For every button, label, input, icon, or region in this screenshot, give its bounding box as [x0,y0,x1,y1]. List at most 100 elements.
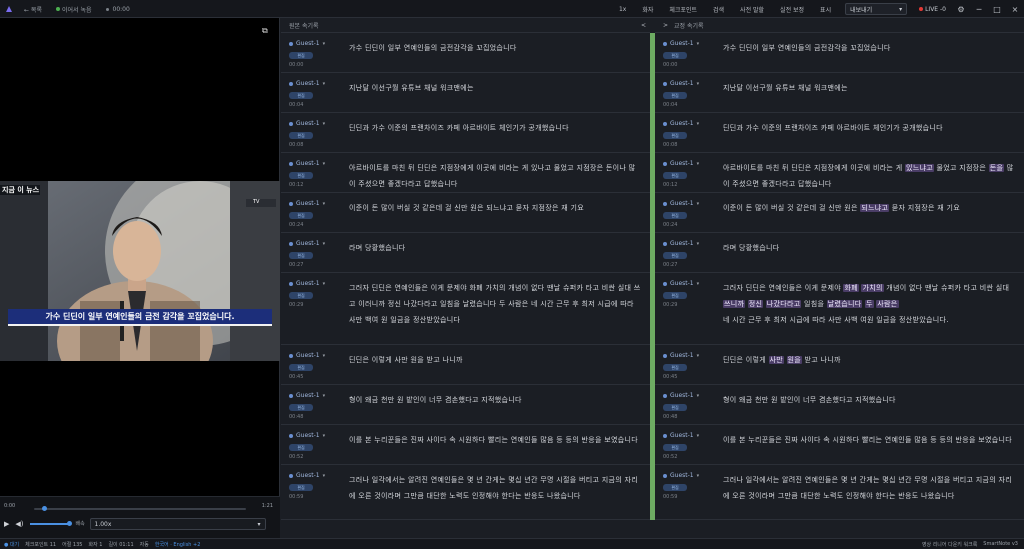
edit-badge[interactable]: 편집 [289,292,313,299]
menu-dictionary[interactable]: 사전 말할 [732,5,772,14]
speaker-selector[interactable]: Guest-1 ▾ [663,120,699,127]
edit-badge[interactable]: 편집 [663,132,687,139]
speaker-selector[interactable]: Guest-1 ▾ [289,160,325,167]
edit-badge[interactable]: 편집 [289,404,313,411]
edit-badge[interactable]: 편집 [289,172,313,179]
highlighted-correction[interactable]: 원을 [786,356,802,364]
row-text[interactable]: 지난달 이선구월 유튜브 채널 워크맨에는 [349,80,641,96]
transcript-row[interactable]: Guest-1 ▾ 편집 00:24 이준이 돈 많이 버실 것 같은데 걸 신만 원은… [281,193,650,233]
highlighted-correction[interactable]: 정신 [747,300,764,308]
row-text[interactable]: 그러자 딘딘은 연예인들은 이게 문제야 화폐 가치의 개념이 없다 땐날 슈퍼… [349,280,641,328]
edit-badge[interactable]: 편집 [289,364,313,371]
row-text[interactable]: 형이 왜금 천만 원 밭인이 너무 겸손했다고 지적했습니다 [349,392,641,408]
transcript-row[interactable]: Guest-1 ▾ 편집 00:12 아르바이트를 마친 뒤 딘딘은 지점장에게 이곳에… [281,153,650,193]
highlighted-correction[interactable]: 두 [865,300,874,308]
transcript-row[interactable]: Guest-1 ▾ 편집 00:00 가수 딘딘이 일부 연예인들의 금전감각을 꼬집었… [655,33,1024,73]
speaker-selector[interactable]: Guest-1 ▾ [289,240,325,247]
speaker-selector[interactable]: Guest-1 ▾ [289,280,325,287]
transcript-row[interactable]: Guest-1 ▾ 편집 00:48 형이 왜금 천만 원 밭인이 너무 겸손했다고 지… [281,385,650,425]
highlighted-correction[interactable]: 사람은 [876,300,899,308]
play-icon[interactable]: ▶ [4,520,9,528]
live-indicator[interactable]: LIVE -0 [919,6,946,13]
transcript-row[interactable]: Guest-1 ▾ 편집 00:59 그러나 일각에서는 알려진 연예인들은 몇 년 간… [281,465,650,520]
highlighted-correction[interactable]: 돈을 [988,164,1005,172]
volume-slider[interactable] [29,521,72,526]
highlighted-correction[interactable]: 사만 [768,356,784,364]
edit-badge[interactable]: 편집 [289,484,313,491]
speed-select[interactable]: 1.00x ▾ [89,518,266,530]
speaker-selector[interactable]: Guest-1 ▾ [663,280,699,287]
speaker-selector[interactable]: Guest-1 ▾ [663,472,699,479]
transcript-row[interactable]: Guest-1 ▾ 편집 00:52 이를 본 누리꾼들은 진짜 사이다 속 시원하다 … [655,425,1024,465]
row-text[interactable]: 그러나 일각에서는 알려진 연예인들은 몇 년 간게는 몇십 년간 무명 시절을… [349,472,641,504]
edit-badge[interactable]: 편집 [289,252,313,259]
edit-badge[interactable]: 편집 [663,52,687,59]
speaker-selector[interactable]: Guest-1 ▾ [289,432,325,439]
transcript-row[interactable]: Guest-1 ▾ 편집 00:52 이를 본 누리꾼들은 진짜 사이다 속 시원하다 … [281,425,650,465]
edit-badge[interactable]: 편집 [289,444,313,451]
row-text[interactable]: 가수 딘딘이 일부 연예인들의 금전감각을 꼬집었습니다 [349,40,641,56]
gear-icon[interactable]: ⚙ [952,5,970,14]
row-text[interactable]: 이준이 돈 많이 버실 것 같은데 걸 신만 원은 되느냐고 묻자 지점장은 재… [349,200,641,216]
transcript-row[interactable]: Guest-1 ▾ 편집 00:59 그러나 일각에서는 알려진 연예인들은 몇 년 간… [655,465,1024,520]
menu-correction[interactable]: 실전 보정 [772,5,812,14]
speaker-selector[interactable]: Guest-1 ▾ [289,472,325,479]
speaker-selector[interactable]: Guest-1 ▾ [289,392,325,399]
transcript-row[interactable]: Guest-1 ▾ 편집 00:04 지난달 이선구월 유튜브 채널 워크맨에는 [655,73,1024,113]
edit-badge[interactable]: 편집 [663,484,687,491]
transcript-row[interactable]: Guest-1 ▾ 편집 00:12 아르바이트를 마친 뒤 딘딘은 지점장에게 이곳에… [655,153,1024,193]
transcript-row[interactable]: Guest-1 ▾ 편집 00:04 지난달 이선구월 유튜브 채널 워크맨에는 [281,73,650,113]
speaker-selector[interactable]: Guest-1 ▾ [663,80,699,87]
transcript-row[interactable]: Guest-1 ▾ 편집 00:27 라며 당황했습니다 [281,233,650,273]
highlighted-correction[interactable]: 가치의 [861,284,884,292]
row-text[interactable]: 딘딘과 가수 이준의 프랜차이즈 카페 아르바이트 체인기가 공개했습니다 [723,120,1015,136]
speaker-selector[interactable]: Guest-1 ▾ [289,40,325,47]
row-text[interactable]: 딘딘은 이렇게 사만 원을 받고 나니까 [349,352,641,368]
video-frame[interactable]: 지금 이 뉴스 TV 가수 딘딘이 일부 연예인들의 금전 감각을 꼬집었습니다… [0,181,280,361]
progress-knob[interactable] [42,506,48,511]
speaker-selector[interactable]: Guest-1 ▾ [663,40,699,47]
maximize-button[interactable]: □ [988,5,1006,14]
row-text[interactable]: 가수 딘딘이 일부 연예인들의 금전감각을 꼬집었습니다 [723,40,1015,56]
edit-badge[interactable]: 편집 [663,252,687,259]
edit-badge[interactable]: 편집 [289,52,313,59]
transcript-row[interactable]: Guest-1 ▾ 편집 00:00 가수 딘딘이 일부 연예인들의 금전감각을 꼬집었… [281,33,650,73]
minimize-button[interactable]: ─ [970,5,988,14]
speaker-selector[interactable]: Guest-1 ▾ [289,120,325,127]
edit-badge[interactable]: 편집 [663,444,687,451]
row-text[interactable]: 아르바이트를 마친 뒤 딘딘은 지점장에게 이곳에 비라는 게 있느냐고 물었고… [723,160,1015,192]
row-text[interactable]: 라며 당황했습니다 [723,240,1015,256]
menu-speaker[interactable]: 화자 [634,5,661,14]
transcript-row[interactable]: Guest-1 ▾ 편집 00:29 그러자 딘딘은 연예인들은 이게 문제야 화폐 가… [281,273,650,345]
row-text[interactable]: 이를 본 누리꾼들은 진짜 사이다 속 시원하다 빨리는 연예인들 많음 등 등… [349,432,641,448]
speaker-selector[interactable]: Guest-1 ▾ [663,160,699,167]
speaker-selector[interactable]: Guest-1 ▾ [663,392,699,399]
row-text[interactable]: 그러자 딘딘은 연예인들은 이게 문제야 화폐 가치의 개념이 없다 땐날 슈퍼… [723,280,1015,328]
menu-checkpoint[interactable]: 체크포인트 [661,5,705,14]
export-select[interactable]: 내보내기 ▾ [845,3,908,15]
edit-badge[interactable]: 편집 [663,292,687,299]
back-button[interactable]: ← 목록 [24,5,42,14]
highlighted-correction[interactable]: 화폐 [843,284,859,292]
speaker-selector[interactable]: Guest-1 ▾ [663,432,699,439]
row-text[interactable]: 형이 왜금 천만 원 밭인이 너무 겸손했다고 지적했습니다 [723,392,1015,408]
edit-badge[interactable]: 편집 [663,364,687,371]
highlighted-correction[interactable]: 날렸습니다 [826,300,863,308]
highlighted-correction[interactable]: 나갔다라고 [765,300,802,308]
transcript-row[interactable]: Guest-1 ▾ 편집 00:29 그러자 딘딘은 연예인들은 이게 문제야 화폐 가… [655,273,1024,345]
speaker-selector[interactable]: Guest-1 ▾ [289,200,325,207]
row-text[interactable]: 딘딘과 가수 이준의 프랜차이즈 카페 아르바이트 체인기가 공개했습니다 [349,120,641,136]
row-text[interactable]: 그러나 일각에서는 알려진 연예인들은 몇 년 간게는 몇십 년간 무명 시절을… [723,472,1015,504]
edit-badge[interactable]: 편집 [663,92,687,99]
menu-speed[interactable]: 1x [611,6,634,13]
transcript-row[interactable]: Guest-1 ▾ 편집 00:08 딘딘과 가수 이준의 프랜차이즈 카페 아르바이트… [655,113,1024,153]
speaker-selector[interactable]: Guest-1 ▾ [663,352,699,359]
transcript-row[interactable]: Guest-1 ▾ 편집 00:45 딘딘은 이렇게 사만 원을 받고 나니까 [655,345,1024,385]
speaker-selector[interactable]: Guest-1 ▾ [663,240,699,247]
row-text[interactable]: 이준이 돈 많이 버실 것 같은데 걸 신만 원은 되느냐고 묻자 지점장은 재… [723,200,1015,216]
speaker-selector[interactable]: Guest-1 ▾ [289,352,325,359]
volume-icon[interactable]: ◀) [15,520,23,528]
edit-badge[interactable]: 편집 [663,212,687,219]
row-text[interactable]: 이를 본 누리꾼들은 진짜 사이다 속 시원하다 빨리는 연예인들 많음 등 등… [723,432,1015,448]
row-text[interactable]: 아르바이트를 마친 뒤 딘딘은 지점장에게 이곳에 비라는 게 있나고 물었고 … [349,160,641,192]
